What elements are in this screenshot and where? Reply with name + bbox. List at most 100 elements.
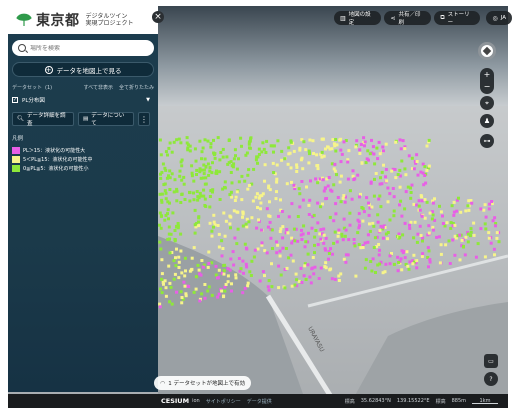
liquefaction-point <box>314 177 318 181</box>
liquefaction-point <box>228 222 232 226</box>
story-button[interactable]: ⧉ ストーリー <box>434 11 481 26</box>
liquefaction-point <box>203 138 207 142</box>
search-input[interactable] <box>30 44 140 52</box>
liquefaction-point <box>407 154 411 158</box>
about-data-button[interactable]: ▤ データについて <box>78 112 134 127</box>
liquefaction-point <box>356 231 360 235</box>
map-settings-button[interactable]: ▥ 地図の設定 <box>334 11 382 26</box>
liquefaction-point <box>212 138 215 142</box>
liquefaction-point <box>392 214 396 218</box>
locate-button[interactable]: ⌖ <box>480 96 494 110</box>
liquefaction-point <box>265 207 269 211</box>
zoom-in-button[interactable]: + <box>484 69 491 81</box>
liquefaction-point <box>319 266 323 270</box>
share-button[interactable]: ⋖ 共有／印刷 <box>384 11 432 26</box>
liquefaction-point <box>168 251 172 255</box>
privacy-link[interactable]: サイトポリシー <box>206 398 241 405</box>
help-button[interactable]: ? <box>484 372 498 386</box>
data-details-button[interactable]: 🔍︎ データ詳細を調査 <box>12 112 74 127</box>
liquefaction-point <box>175 224 179 228</box>
liquefaction-point <box>373 177 376 181</box>
language-button[interactable]: ◎ JA <box>486 11 512 25</box>
liquefaction-point <box>451 238 455 242</box>
liquefaction-point <box>368 229 372 233</box>
liquefaction-point <box>257 218 260 222</box>
liquefaction-point <box>283 157 287 161</box>
close-sidebar-button[interactable]: × <box>152 11 164 23</box>
liquefaction-point <box>482 208 486 212</box>
liquefaction-point <box>163 166 167 170</box>
liquefaction-point <box>276 243 280 247</box>
liquefaction-point <box>175 199 179 203</box>
zoom-out-button[interactable]: − <box>484 81 491 93</box>
liquefaction-point <box>207 262 211 265</box>
feedback-button[interactable]: ▭ <box>484 354 498 368</box>
liquefaction-point <box>268 220 272 224</box>
liquefaction-point <box>263 274 266 278</box>
liquefaction-point <box>448 262 452 265</box>
liquefaction-point <box>158 138 162 142</box>
liquefaction-point <box>202 172 206 176</box>
liquefaction-point <box>196 263 200 267</box>
liquefaction-point <box>307 161 311 165</box>
liquefaction-point <box>168 300 172 304</box>
liquefaction-point <box>342 140 346 144</box>
liquefaction-point <box>286 162 290 166</box>
info-card-icon: ▤ <box>83 116 89 122</box>
liquefaction-point <box>415 240 419 244</box>
liquefaction-point <box>257 147 261 151</box>
liquefaction-point <box>264 151 268 154</box>
liquefaction-point <box>289 253 293 257</box>
liquefaction-point <box>227 161 231 165</box>
legend-item: 5＜PL≦15：液状化の可能性中 <box>12 155 154 164</box>
liquefaction-point <box>377 243 381 246</box>
liquefaction-point <box>344 260 348 264</box>
org-name: 東京都 <box>36 13 80 29</box>
liquefaction-point <box>220 239 224 243</box>
measure-tool-button[interactable]: ⊶ <box>480 134 494 148</box>
cesium-logo-icon[interactable]: CESIUM <box>161 397 189 405</box>
chevron-down-icon[interactable]: ▼ <box>146 97 150 103</box>
liquefaction-point <box>452 213 456 217</box>
dataset-status-pill[interactable]: ◠ 1 データセットが地図上で有効 <box>154 376 251 390</box>
liquefaction-point <box>200 150 204 154</box>
liquefaction-point <box>183 256 187 260</box>
liquefaction-point <box>360 206 364 209</box>
liquefaction-point <box>320 137 324 141</box>
more-options-button[interactable]: ⋮ <box>138 112 150 126</box>
liquefaction-point <box>261 270 265 274</box>
liquefaction-point <box>322 227 326 231</box>
liquefaction-point <box>221 247 225 250</box>
search-box[interactable] <box>12 40 154 56</box>
liquefaction-point <box>467 208 471 212</box>
person-icon: ♟ <box>483 117 491 125</box>
liquefaction-point <box>348 189 352 193</box>
liquefaction-point <box>358 195 361 199</box>
liquefaction-point <box>319 205 323 209</box>
liquefaction-point <box>246 284 250 288</box>
layer-checkbox[interactable]: ✓ <box>12 97 18 103</box>
liquefaction-point <box>167 146 171 150</box>
hide-all-button[interactable]: すべて非表示 <box>84 84 113 91</box>
add-data-button[interactable]: + データを地図上で見る <box>12 62 154 77</box>
liquefaction-point <box>275 177 279 181</box>
compass-control[interactable] <box>478 42 496 60</box>
liquefaction-point <box>198 299 202 303</box>
liquefaction-point <box>377 197 381 201</box>
liquefaction-point <box>344 228 348 232</box>
liquefaction-point <box>400 249 404 253</box>
liquefaction-point <box>334 138 338 141</box>
pedestrian-mode-button[interactable]: ♟ <box>480 114 494 128</box>
liquefaction-point <box>316 243 320 247</box>
collapse-all-button[interactable]: 全て折りたたみ <box>119 84 154 91</box>
liquefaction-point <box>341 238 345 242</box>
legend-title: 凡例 <box>12 136 24 142</box>
liquefaction-point <box>263 179 266 183</box>
liquefaction-point <box>410 183 414 187</box>
liquefaction-point <box>388 192 392 196</box>
layer-item-pl[interactable]: ✓ PL分布図 ▼ <box>12 95 154 105</box>
brand-header[interactable]: 東京都 デジタルツイン 実現プロジェクト <box>8 6 158 34</box>
data-attribution-link[interactable]: データ提供 <box>247 398 272 405</box>
liquefaction-point <box>339 160 343 164</box>
liquefaction-point <box>194 275 198 279</box>
